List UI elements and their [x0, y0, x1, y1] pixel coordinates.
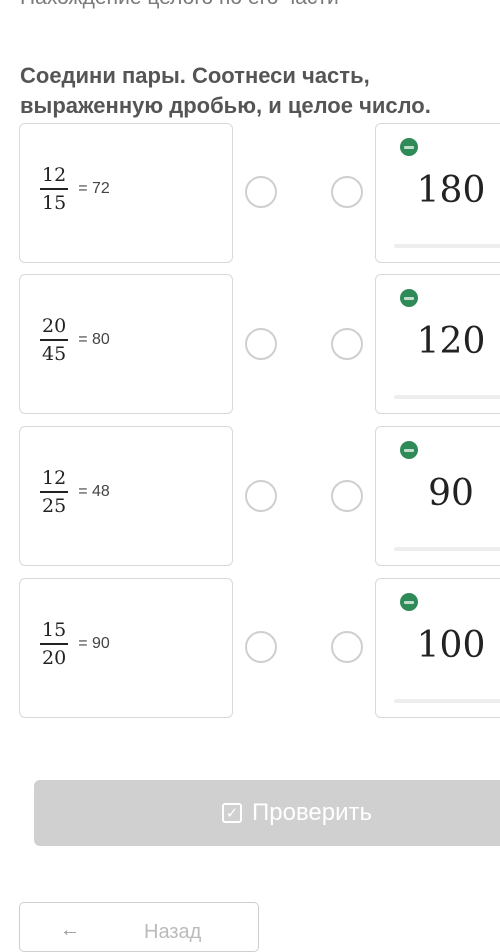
numerator: 20 — [42, 315, 67, 337]
right-option-2[interactable]: 120 — [375, 274, 500, 414]
page-title: Нахождение целого по его части — [20, 0, 339, 10]
badge-icon — [400, 441, 418, 459]
equals-value: = 48 — [78, 482, 110, 500]
left-radio-4[interactable] — [245, 631, 277, 663]
fraction: 12 15 — [40, 164, 69, 214]
right-option-4[interactable]: 100 — [375, 578, 500, 718]
back-button[interactable]: ← Назад — [19, 902, 259, 952]
card-divider — [394, 244, 500, 248]
check-button[interactable]: ✓ Проверить — [34, 780, 500, 846]
equals-value: = 80 — [78, 330, 110, 348]
fraction-bar — [40, 643, 69, 645]
denominator: 25 — [42, 494, 67, 517]
left-option-4[interactable]: 15 20 = 90 — [19, 578, 233, 718]
arrow-left-icon: ← — [60, 919, 80, 941]
card-divider — [394, 395, 500, 399]
equals-value: = 90 — [78, 634, 110, 652]
right-value: 90 — [428, 473, 474, 514]
left-option-2[interactable]: 20 45 = 80 — [19, 274, 233, 414]
badge-icon — [400, 138, 418, 156]
denominator: 15 — [42, 191, 67, 214]
right-option-3[interactable]: 90 — [375, 426, 500, 566]
check-button-label: Проверить — [252, 799, 373, 826]
left-radio-1[interactable] — [245, 176, 277, 208]
right-radio-1[interactable] — [331, 176, 363, 208]
right-value: 100 — [416, 625, 486, 666]
back-button-label: Назад — [144, 921, 202, 943]
task-instruction: Соедини пары. Соотнеси часть, выраженную… — [20, 63, 431, 118]
card-divider — [394, 699, 500, 703]
card-divider — [394, 547, 500, 551]
numerator: 12 — [42, 164, 67, 186]
right-value: 120 — [416, 321, 486, 362]
fraction: 12 25 — [40, 467, 69, 517]
fraction: 20 45 — [40, 315, 69, 365]
right-radio-3[interactable] — [331, 480, 363, 512]
right-option-1[interactable]: 180 — [375, 123, 500, 263]
right-radio-2[interactable] — [331, 328, 363, 360]
numerator: 15 — [42, 619, 67, 641]
fraction-bar — [40, 491, 69, 493]
left-radio-3[interactable] — [245, 480, 277, 512]
left-option-1[interactable]: 12 15 = 72 — [19, 123, 233, 263]
fraction-bar — [40, 188, 69, 190]
badge-icon — [400, 289, 418, 307]
right-value: 180 — [416, 170, 486, 211]
denominator: 20 — [42, 646, 67, 669]
fraction-bar — [40, 339, 69, 341]
fraction: 15 20 — [40, 619, 69, 669]
checkbox-check-icon: ✓ — [222, 803, 242, 823]
right-radio-4[interactable] — [331, 631, 363, 663]
numerator: 12 — [42, 467, 67, 489]
denominator: 45 — [42, 342, 67, 365]
equals-value: = 72 — [78, 179, 110, 197]
left-option-3[interactable]: 12 25 = 48 — [19, 426, 233, 566]
left-radio-2[interactable] — [245, 328, 277, 360]
badge-icon — [400, 593, 418, 611]
